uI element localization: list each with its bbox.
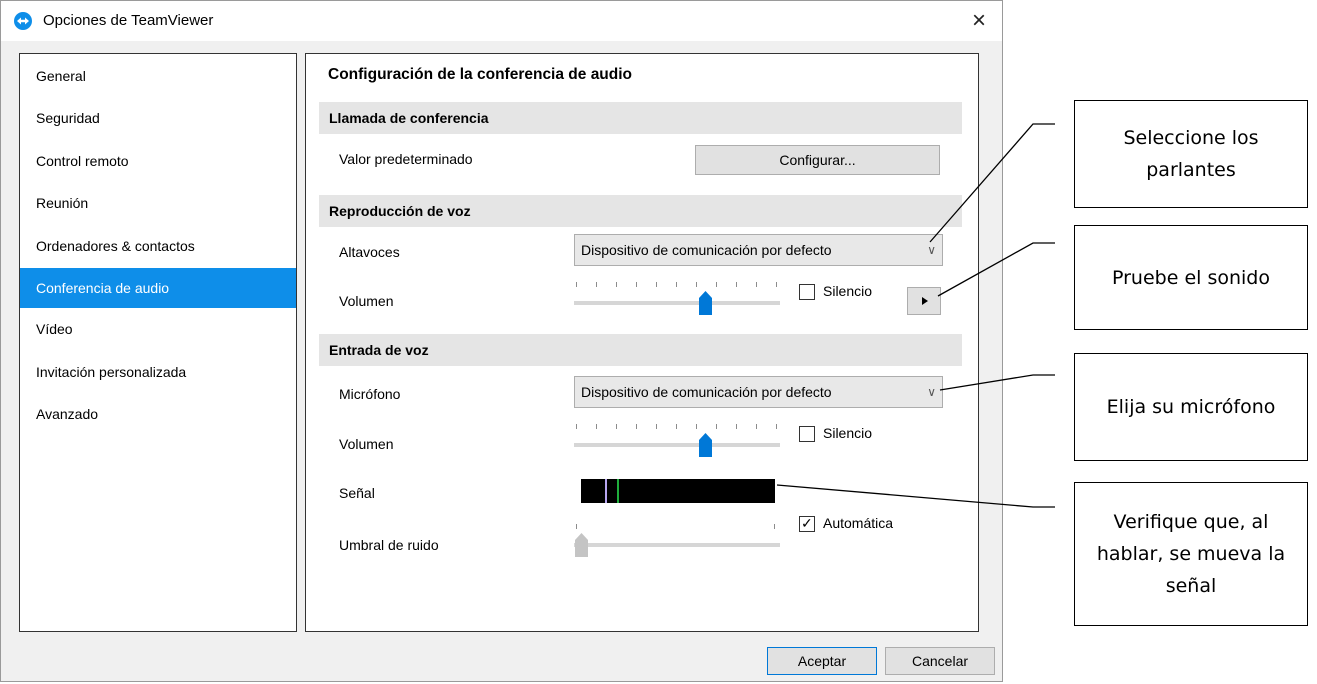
callout-speakers: Seleccione los parlantes: [1074, 100, 1308, 208]
callout-test-sound: Pruebe el sonido: [1074, 225, 1308, 330]
callout-signal: Verifique que, al hablar, se mueva la se…: [1074, 482, 1308, 626]
callout-microphone: Elija su micrófono: [1074, 353, 1308, 461]
